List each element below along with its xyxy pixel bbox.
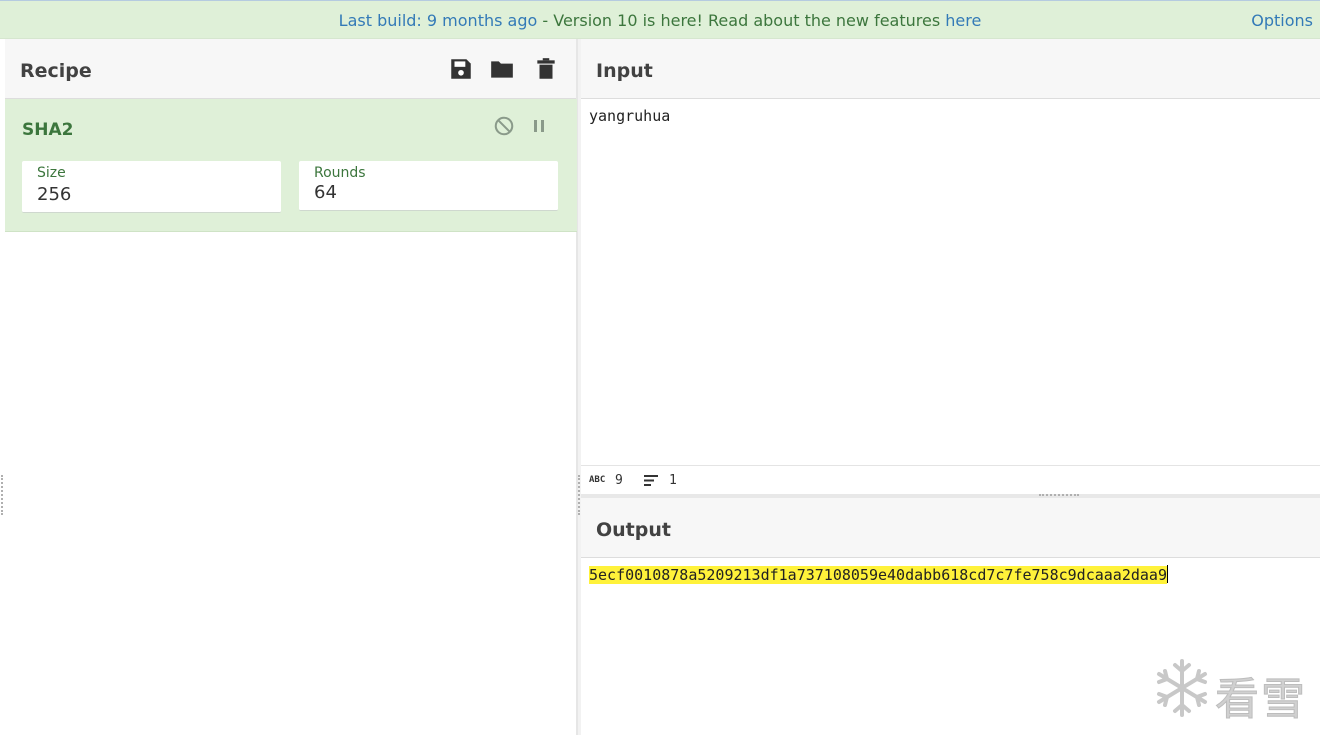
pause-icon[interactable]: [530, 116, 548, 136]
rounds-label: Rounds: [314, 165, 366, 181]
output-textarea[interactable]: 5ecf0010878a5209213df1a737108059e40dabb6…: [589, 565, 1168, 584]
size-value[interactable]: 256: [37, 184, 71, 205]
output-title: Output: [596, 519, 671, 541]
text-cursor: [1166, 565, 1168, 583]
rounds-value[interactable]: 64: [314, 182, 337, 203]
output-header: Output: [581, 498, 1320, 558]
watermark-text: 看雪: [1215, 674, 1307, 726]
features-link[interactable]: here: [945, 11, 981, 30]
input-textarea[interactable]: yangruhua: [589, 107, 670, 125]
options-link[interactable]: Options: [1251, 11, 1313, 30]
input-lines: 1: [669, 473, 677, 488]
size-label: Size: [37, 165, 66, 181]
watermark-logo: 看雪: [1153, 657, 1309, 726]
horizontal-gutter-grip[interactable]: [1039, 494, 1079, 496]
snowflake-icon: [1157, 659, 1207, 717]
recipe-pane: Recipe SHA2 Size 256 Rounds 64: [5, 39, 577, 735]
banner-separator: -: [537, 11, 554, 30]
trash-icon[interactable]: [533, 56, 559, 82]
last-build-link[interactable]: Last build: 9 months ago: [339, 11, 538, 30]
input-pane: Input yangruhua ABC 9 1: [581, 39, 1320, 494]
disable-icon[interactable]: [493, 115, 515, 137]
folder-icon[interactable]: [489, 56, 515, 82]
version-message: Version 10 is here! Read about the new f…: [553, 11, 946, 30]
output-text[interactable]: 5ecf0010878a5209213df1a737108059e40dabb6…: [589, 566, 1167, 584]
rounds-field[interactable]: Rounds 64: [299, 161, 558, 211]
banner-message: Last build: 9 months ago - Version 10 is…: [0, 11, 1320, 30]
recipe-title: Recipe: [20, 60, 92, 82]
vertical-gutter-grip[interactable]: [578, 475, 580, 515]
abc-icon: ABC: [589, 475, 606, 485]
left-resize-handle[interactable]: [1, 475, 3, 515]
top-banner: Last build: 9 months ago - Version 10 is…: [0, 0, 1320, 39]
input-header: Input: [581, 39, 1320, 99]
lines-icon: [644, 475, 658, 486]
input-status-bar: ABC 9 1: [581, 465, 1320, 494]
operation-name: SHA2: [22, 120, 74, 140]
save-icon[interactable]: [448, 56, 474, 82]
input-length: 9: [615, 473, 623, 488]
recipe-header: Recipe: [5, 39, 576, 99]
input-title: Input: [596, 60, 653, 82]
size-field[interactable]: Size 256: [22, 161, 281, 213]
operation-sha2[interactable]: SHA2 Size 256 Rounds 64: [5, 99, 577, 232]
